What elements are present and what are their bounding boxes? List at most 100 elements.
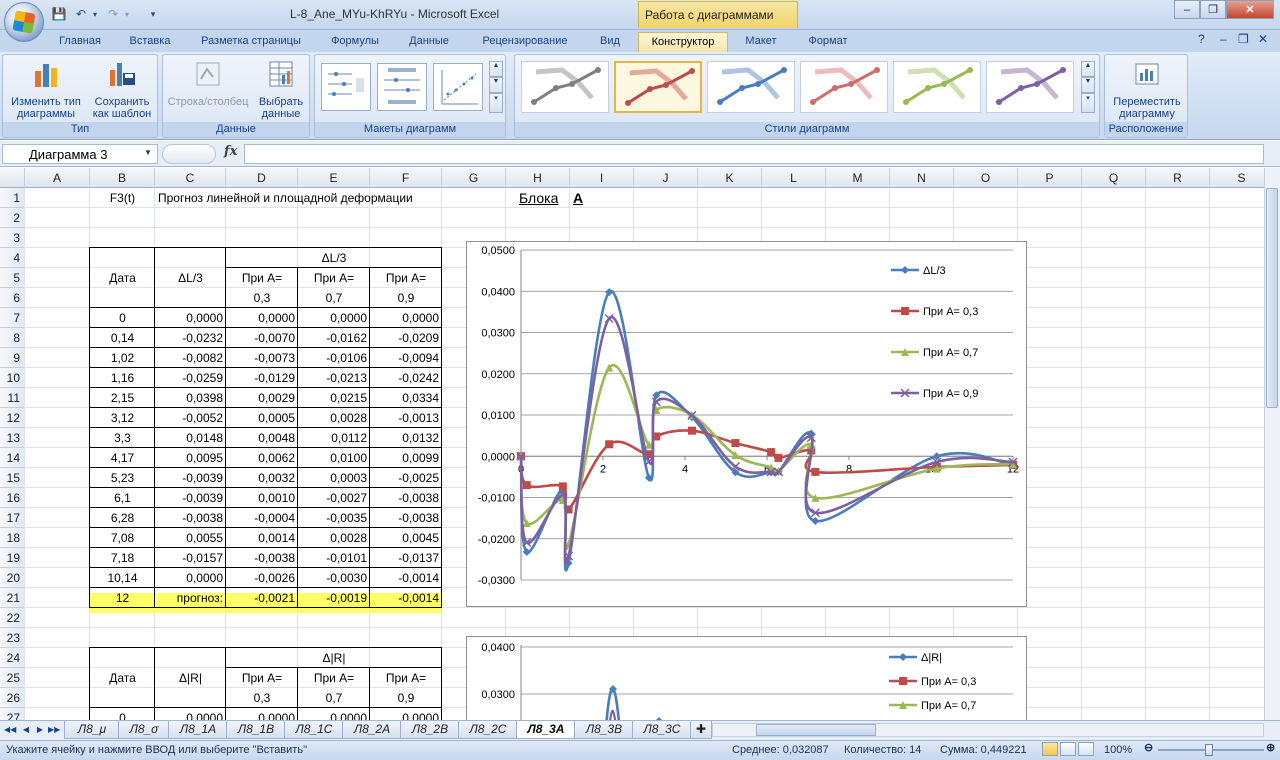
table2-header-a07-line2[interactable]: 0,7 bbox=[298, 688, 370, 708]
table1-cell[interactable]: -0,0004 bbox=[226, 508, 298, 528]
table1-cell[interactable]: -0,0039 bbox=[155, 488, 226, 508]
row-header-22[interactable]: 22 bbox=[0, 608, 25, 628]
table1-cell[interactable]: -0,0101 bbox=[298, 548, 370, 568]
row-header-23[interactable]: 23 bbox=[0, 628, 25, 648]
table1-cell[interactable]: -0,0137 bbox=[370, 548, 442, 568]
sheet-tab-8[interactable]: Л8_2С bbox=[458, 721, 518, 739]
column-header-e[interactable]: E bbox=[298, 168, 370, 188]
table2-header-dr[interactable]: Δ|R| bbox=[155, 668, 226, 688]
tab-review[interactable]: Рецензирование bbox=[470, 32, 580, 52]
save-template-button[interactable]: Сохранить как шаблон bbox=[87, 59, 157, 120]
table1-cell[interactable]: 0,0005 bbox=[226, 408, 298, 428]
table1-cell[interactable]: 0,0000 bbox=[155, 308, 226, 328]
table1-group-header[interactable]: ΔL/3 bbox=[226, 248, 442, 268]
table1-cell[interactable]: 7,18 bbox=[90, 548, 155, 568]
column-header-n[interactable]: N bbox=[890, 168, 954, 188]
table1-cell[interactable]: 0,14 bbox=[90, 328, 155, 348]
name-box[interactable]: Диаграмма 3 bbox=[2, 144, 158, 164]
table2-cell[interactable]: 0,0000 bbox=[298, 708, 370, 720]
table1-forecast-cell[interactable]: -0,0021 bbox=[226, 588, 298, 608]
chart-style-6[interactable] bbox=[986, 61, 1074, 113]
row-header-19[interactable]: 19 bbox=[0, 548, 25, 568]
table1-cell[interactable]: -0,0025 bbox=[370, 468, 442, 488]
row-header-10[interactable]: 10 bbox=[0, 368, 25, 388]
table1-cell[interactable]: -0,0035 bbox=[298, 508, 370, 528]
column-header-j[interactable]: J bbox=[634, 168, 698, 188]
tab-insert[interactable]: Вставка bbox=[120, 32, 180, 52]
row-header-6[interactable]: 6 bbox=[0, 288, 25, 308]
table1-cell[interactable]: -0,0094 bbox=[370, 348, 442, 368]
tab-data[interactable]: Данные bbox=[398, 32, 460, 52]
row-header-2[interactable]: 2 bbox=[0, 208, 25, 228]
column-header-p[interactable]: P bbox=[1018, 168, 1082, 188]
sheet-tab-9[interactable]: Л8_3А bbox=[516, 721, 576, 739]
table1-cell[interactable]: 2,15 bbox=[90, 388, 155, 408]
tab-design[interactable]: Конструктор bbox=[638, 32, 728, 52]
table1-cell[interactable]: -0,0038 bbox=[226, 548, 298, 568]
chart-style-4[interactable] bbox=[800, 61, 888, 113]
row-header-21[interactable]: 21 bbox=[0, 588, 25, 608]
column-header-l[interactable]: L bbox=[762, 168, 826, 188]
sheet-tab-10[interactable]: Л8_3В bbox=[574, 721, 634, 739]
row-header-20[interactable]: 20 bbox=[0, 568, 25, 588]
table1-cell[interactable]: -0,0129 bbox=[226, 368, 298, 388]
table1-cell[interactable]: 6,1 bbox=[90, 488, 155, 508]
table1-cell[interactable]: 0,0398 bbox=[155, 388, 226, 408]
row-header-1[interactable]: 1 bbox=[0, 188, 25, 208]
table1-cell[interactable]: 0,0148 bbox=[155, 428, 226, 448]
table1-cell[interactable]: 4,17 bbox=[90, 448, 155, 468]
table1-cell[interactable]: 0,0099 bbox=[370, 448, 442, 468]
table1-cell[interactable]: 6,28 bbox=[90, 508, 155, 528]
table1-cell[interactable]: 0,0029 bbox=[226, 388, 298, 408]
row-header-25[interactable]: 25 bbox=[0, 668, 25, 688]
row-header-4[interactable]: 4 bbox=[0, 248, 25, 268]
worksheet-grid[interactable]: ABCDEFGHIJKLMNOPQRS 1 2 3 4 5 6 7 8 9 10 11 12 13 14 1… bbox=[0, 168, 1264, 720]
change-chart-type-button[interactable]: Изменить тип диаграммы bbox=[7, 59, 85, 120]
table1-cell[interactable]: 0,0000 bbox=[370, 308, 442, 328]
minimize-button[interactable]: – bbox=[1174, 0, 1200, 19]
table2-cell[interactable]: 0 bbox=[90, 708, 155, 720]
table1-cell[interactable]: 0,0028 bbox=[298, 408, 370, 428]
table1-cell[interactable]: 0,0003 bbox=[298, 468, 370, 488]
tab-formulas[interactable]: Формулы bbox=[322, 32, 388, 52]
zoom-level[interactable]: 100% bbox=[1104, 744, 1132, 756]
table1-cell[interactable]: 3,3 bbox=[90, 428, 155, 448]
table1-header-a09-line2[interactable]: 0,9 bbox=[370, 288, 442, 308]
ribbon-close-icon[interactable]: ✕ bbox=[1258, 32, 1268, 46]
table1-cell[interactable]: 0,0062 bbox=[226, 448, 298, 468]
table1-cell[interactable]: -0,0026 bbox=[226, 568, 298, 588]
table1-cell[interactable]: 0,0215 bbox=[298, 388, 370, 408]
prev-sheet-icon[interactable]: ◀ bbox=[20, 723, 32, 737]
chart-style-2[interactable] bbox=[614, 61, 702, 113]
table1-cell[interactable]: 0 bbox=[90, 308, 155, 328]
layouts-scroll-down-icon[interactable]: ▼ bbox=[489, 77, 503, 93]
table1-cell[interactable]: -0,0052 bbox=[155, 408, 226, 428]
row-header-11[interactable]: 11 bbox=[0, 388, 25, 408]
table1-cell[interactable]: 10,14 bbox=[90, 568, 155, 588]
zoom-out-icon[interactable]: ⊖ bbox=[1144, 741, 1153, 754]
next-sheet-icon[interactable]: ▶ bbox=[34, 723, 46, 737]
row-header-14[interactable]: 14 bbox=[0, 448, 25, 468]
chart-deformation-dl[interactable]: -0,0300 -0,0200 -0,0100 0,0000 0,0100 0,0200 0… bbox=[466, 241, 1027, 607]
formula-bar-resize-handle[interactable] bbox=[162, 144, 216, 164]
sheet-tab-7[interactable]: Л8_2В bbox=[400, 721, 460, 739]
table1-cell[interactable]: -0,0106 bbox=[298, 348, 370, 368]
row-header-24[interactable]: 24 bbox=[0, 648, 25, 668]
table1-cell[interactable]: -0,0209 bbox=[370, 328, 442, 348]
normal-view-button[interactable] bbox=[1042, 742, 1058, 756]
zoom-slider-knob[interactable] bbox=[1205, 744, 1213, 756]
table1-cell[interactable]: -0,0213 bbox=[298, 368, 370, 388]
table1-cell[interactable]: -0,0039 bbox=[155, 468, 226, 488]
chart-style-3[interactable] bbox=[707, 61, 795, 113]
table2-header-date[interactable]: Дата bbox=[90, 668, 155, 688]
table1-forecast-cell[interactable]: прогноз: bbox=[155, 588, 226, 608]
switch-row-column-button[interactable]: Строка/столбец bbox=[165, 59, 251, 108]
undo-dropdown-icon[interactable]: ▾ bbox=[86, 5, 104, 23]
table1-cell[interactable]: -0,0073 bbox=[226, 348, 298, 368]
table1-header-a03-line2[interactable]: 0,3 bbox=[226, 288, 298, 308]
layouts-more-icon[interactable]: ▾ bbox=[489, 93, 503, 113]
table1-cell[interactable]: 0,0032 bbox=[226, 468, 298, 488]
table1-cell[interactable]: 3,12 bbox=[90, 408, 155, 428]
page-break-view-button[interactable] bbox=[1078, 742, 1094, 756]
chart-layout-1[interactable] bbox=[321, 63, 371, 111]
